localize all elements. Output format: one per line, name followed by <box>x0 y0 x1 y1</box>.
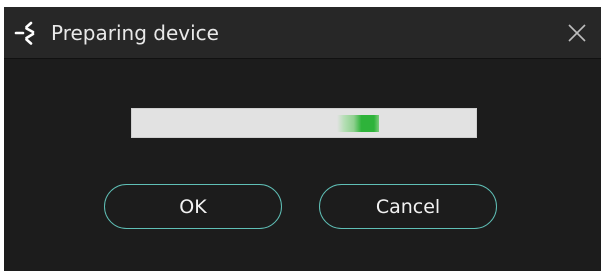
preparing-device-dialog: Preparing device OK Cancel <box>4 7 601 271</box>
progress-indicator <box>337 115 379 132</box>
cancel-button[interactable]: Cancel <box>319 184 497 229</box>
progress-bar <box>131 108 477 138</box>
dialog-title: Preparing device <box>51 21 219 45</box>
app-logo-icon <box>14 20 38 46</box>
ok-button[interactable]: OK <box>104 184 282 229</box>
title-bar: Preparing device <box>4 7 601 59</box>
close-button[interactable] <box>564 20 590 46</box>
close-icon <box>568 24 586 42</box>
